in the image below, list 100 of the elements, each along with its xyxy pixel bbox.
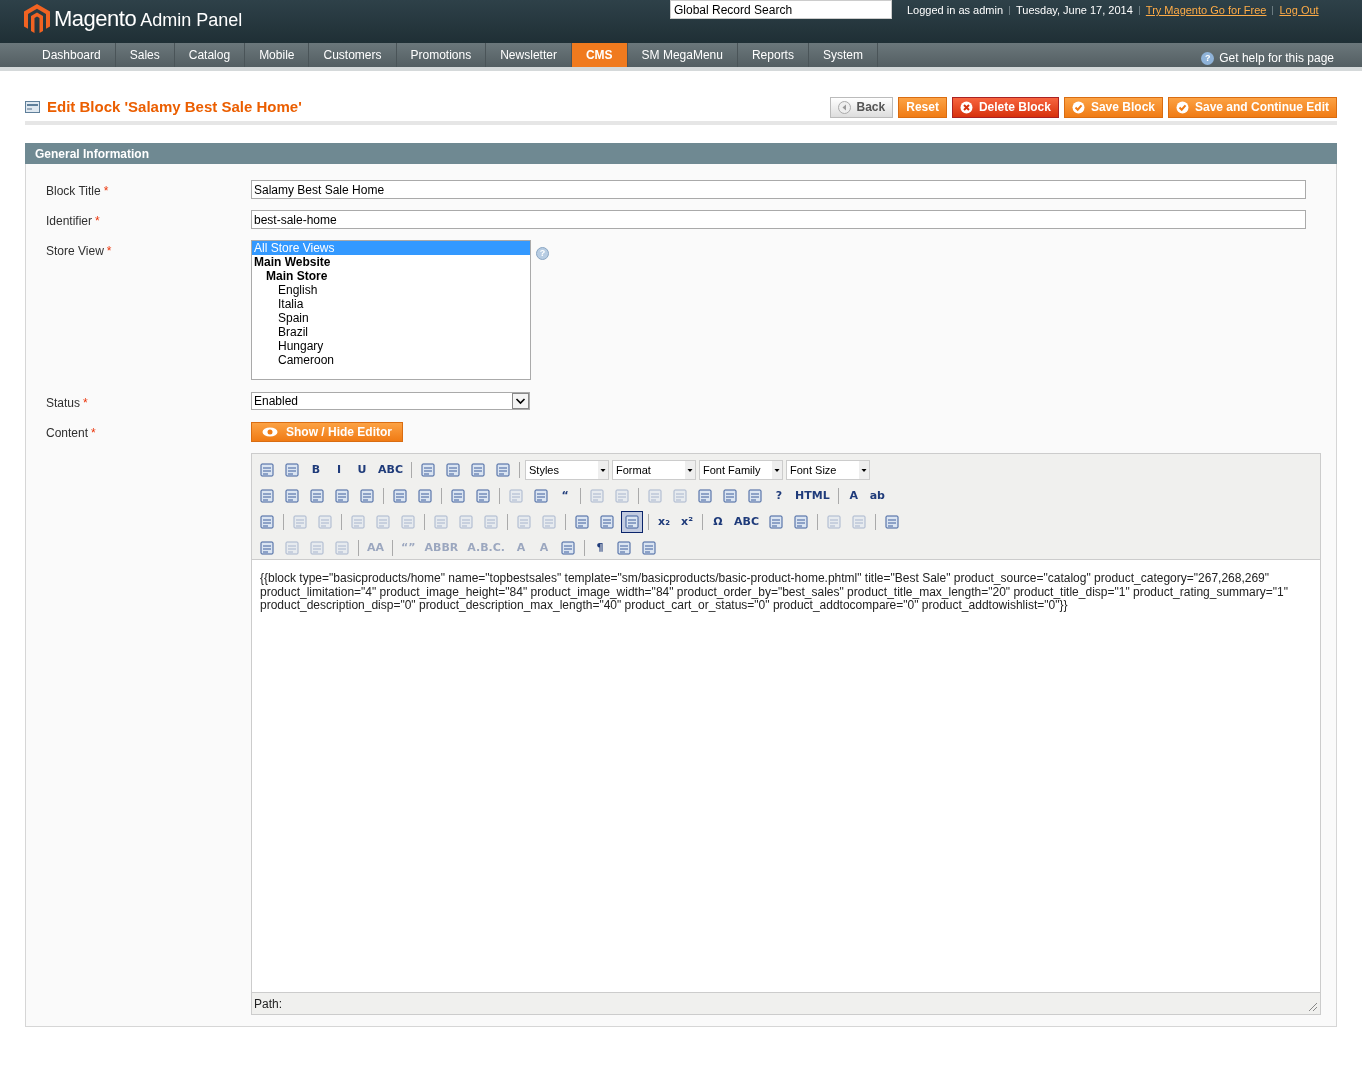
tool-icon	[533, 488, 549, 504]
chevron-down-icon	[512, 393, 529, 409]
chevron-down-icon	[598, 461, 608, 479]
list-option[interactable]: Brazil	[252, 325, 530, 339]
list-option[interactable]: Main Store	[252, 269, 530, 283]
tool-icon	[334, 488, 350, 504]
toolbar-button[interactable]: ABC	[375, 459, 406, 481]
required-mark: *	[106, 243, 112, 260]
action-button[interactable]: Delete Block	[951, 96, 1059, 118]
tool-icon	[317, 514, 333, 530]
tool-icon	[334, 540, 350, 556]
tool-icon	[599, 514, 615, 530]
tool-icon	[647, 488, 663, 504]
toolbar-button[interactable]: I	[329, 459, 349, 481]
field-label: Block Title	[46, 183, 101, 200]
nav-tab[interactable]: Customers	[309, 43, 397, 67]
nav-tab[interactable]: Catalog	[174, 43, 246, 67]
toolbar-button[interactable]: ABC	[731, 511, 762, 533]
tool-icon	[259, 514, 275, 530]
nav-tab[interactable]: Sales	[115, 43, 175, 67]
logo-icon	[24, 3, 50, 34]
list-option[interactable]: Hungary	[252, 339, 530, 353]
tool-icon	[541, 514, 557, 530]
list-option[interactable]: Spain	[252, 311, 530, 325]
help-link[interactable]: Get help for this page	[1219, 49, 1334, 67]
required-mark: *	[95, 213, 100, 230]
toolbar-dropdown[interactable]: Styles	[525, 460, 609, 480]
action-button[interactable]: Back	[829, 96, 894, 118]
tool-icon	[284, 462, 300, 478]
text-field[interactable]: Salamy Best Sale Home	[251, 180, 1306, 199]
toolbar-dropdown[interactable]: Font Family	[699, 460, 783, 480]
nav-tab[interactable]: Reports	[737, 43, 809, 67]
tool-icon	[616, 540, 632, 556]
toolbar-button[interactable]	[621, 511, 643, 533]
toolbar-button[interactable]: HTML	[792, 485, 833, 507]
tool-icon	[259, 462, 275, 478]
toolbar-dropdown[interactable]: Font Size	[786, 460, 870, 480]
date-text: Tuesday, June 17, 2014	[1016, 3, 1133, 18]
toolbar-button[interactable]: ab	[866, 485, 888, 507]
toolbar-button[interactable]: ?	[769, 485, 789, 507]
tool-icon	[259, 488, 275, 504]
tool-icon	[851, 514, 867, 530]
required-mark: *	[83, 395, 88, 412]
tool-icon	[483, 514, 499, 530]
toolbar-button[interactable]: A	[843, 485, 864, 507]
toolbar-button[interactable]: B	[306, 459, 326, 481]
nav-tab[interactable]: Dashboard	[28, 43, 116, 67]
checkmark-icon	[1071, 100, 1085, 114]
toolbar-dropdown[interactable]: Format	[612, 460, 696, 480]
tool-icon	[292, 514, 308, 530]
section-header: General Information	[25, 143, 1337, 164]
store-view-list[interactable]: All Store Views Main Website Main Store English Italia Spain Brazil Hungary Cameroon	[251, 240, 531, 380]
toolbar-button[interactable]: U	[352, 459, 372, 481]
tool-icon	[359, 488, 375, 504]
list-option[interactable]: Cameroon	[252, 353, 530, 367]
tool-icon	[574, 514, 590, 530]
tool-icon	[768, 514, 784, 530]
tool-icon	[309, 540, 325, 556]
tool-icon	[470, 462, 486, 478]
tool-icon	[433, 514, 449, 530]
toolbar-button[interactable]: ¶	[590, 537, 610, 559]
list-option[interactable]: Italia	[252, 297, 530, 311]
dropdown-value: Enabled	[253, 393, 299, 410]
required-mark: *	[91, 425, 96, 442]
tool-icon	[495, 462, 511, 478]
dropdown-value: Font Family	[702, 462, 761, 478]
nav-tab[interactable]: System	[808, 43, 878, 67]
status-dropdown[interactable]: Enabled	[251, 392, 530, 410]
dropdown-value: Font Size	[789, 462, 837, 478]
tool-icon	[826, 514, 842, 530]
toolbar-button[interactable]: x₂	[654, 511, 674, 533]
tool-icon	[458, 514, 474, 530]
toolbar-button[interactable]: “	[555, 485, 575, 507]
nav-tab[interactable]: Mobile	[245, 43, 310, 67]
tool-icon	[697, 488, 713, 504]
header-link[interactable]: Log Out	[1279, 2, 1319, 19]
content-editor[interactable]: {{block type="basicproducts/home" name="topbestsales" template="sm/basicproducts/basic-product-home.phtml" title="Best Sale" product_source="catalog" product_category="267,268,269" product_limitation="4" product_image_height="84" product_image_width="84" product_order_by="best_sales" product_title_max_length="20" product_title_disp="1" product_rating_summary="1" product_description_disp="0" product_description_max_length="40" product_cart_or_status="0" product_addtocompare="0" product_addtowishlist="0"}}	[252, 560, 1320, 992]
eye-icon	[262, 427, 278, 437]
list-option[interactable]: Main Website	[252, 255, 530, 269]
block-icon	[25, 101, 40, 113]
tool-icon	[508, 488, 524, 504]
toolbar-button[interactable]: x²	[677, 511, 697, 533]
tool-icon	[516, 514, 532, 530]
nav-tab[interactable]: Promotions	[396, 43, 487, 67]
resize-handle-icon	[1308, 1002, 1318, 1012]
tool-icon	[284, 540, 300, 556]
tool-icon	[420, 462, 436, 478]
tool-icon	[614, 488, 630, 504]
toolbar-button[interactable]: Ω	[708, 511, 728, 533]
header-link[interactable]: Try Magento Go for Free	[1145, 2, 1267, 19]
nav-tab[interactable]: SM MegaMenu	[627, 43, 738, 67]
field-label: Store View	[46, 243, 104, 260]
tool-icon	[672, 488, 688, 504]
tool-icon	[641, 540, 657, 556]
search-field[interactable]: Global Record Search	[670, 0, 892, 19]
nav-tab[interactable]: Newsletter	[486, 43, 572, 67]
list-option[interactable]: English	[252, 283, 530, 297]
text-field[interactable]: best-sale-home	[251, 210, 1306, 229]
logo-subtitle: Admin Panel	[140, 8, 243, 32]
dropdown-value: Format	[615, 462, 651, 478]
